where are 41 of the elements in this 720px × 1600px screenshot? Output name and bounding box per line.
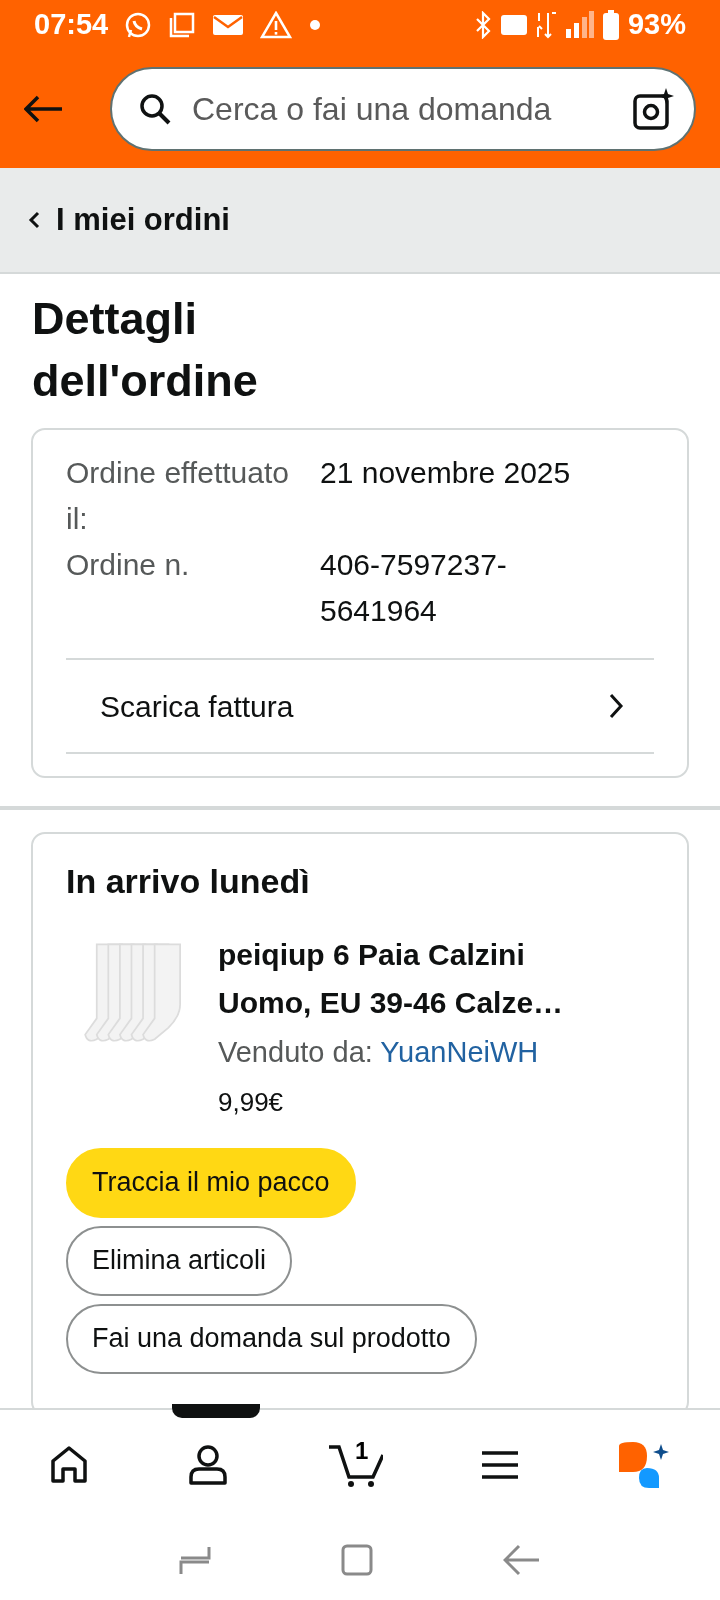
seller-line: Venduto da: YuanNeiWH [218,1035,540,1070]
chevron-right-icon [608,693,624,719]
recents-button[interactable] [179,1544,211,1576]
home-nav-button[interactable] [341,1544,373,1576]
field-label: Ordine n. [66,547,191,583]
camera-icon[interactable] [632,88,674,130]
breadcrumb-link[interactable]: I miei ordini [56,196,230,244]
search-icon [138,92,172,126]
stacked-squares-icon [168,11,197,39]
home-icon [48,1445,89,1485]
chevron-left-icon [28,211,40,229]
action-button[interactable]: Elimina articoli [66,1225,293,1296]
track-package-button[interactable]: Traccia il mio pacco [66,1147,356,1218]
cart-button[interactable]: 1 [322,1439,387,1491]
dot-icon [308,18,323,32]
battery-text: 93% [627,7,686,43]
field-value: 406-7597237-5641964 [320,547,508,629]
product-title[interactable]: peiqiup 6 Paia Calzini Uomo, EU 39-46 Calze… [218,931,613,1027]
search-field[interactable]: Cerca o fai una domanda [110,67,696,151]
cart-icon [326,1443,383,1487]
seller-link[interactable]: YuanNeiWH [380,1036,539,1068]
price-text: 9,99€ [218,1085,285,1119]
battery-icon [601,10,620,40]
bluetooth-icon [473,11,492,39]
cart-count: 1 [354,1436,369,1466]
search-input[interactable]: Cerca o fai una domanda [190,84,614,134]
page-title: Dettagli dell'ordine [32,292,259,408]
back-button[interactable] [24,95,64,123]
invoice-link[interactable]: Scarica fattura [66,658,654,754]
chat-icon [124,11,153,39]
signal-icon [563,11,594,39]
field-label: Ordine effettuato il: [66,455,290,537]
back-nav-button[interactable] [503,1544,541,1576]
clock-text: 07:54 [34,7,109,43]
warning-icon [260,11,293,39]
section-heading: In arrivo lunedì [66,861,311,902]
menu-icon [480,1449,521,1481]
field-value: 21 novembre 2025 [320,455,571,491]
mail-icon [212,13,245,37]
back-arrow-icon [24,95,64,123]
action-button[interactable]: Fai una domanda sul prodotto [66,1303,477,1374]
